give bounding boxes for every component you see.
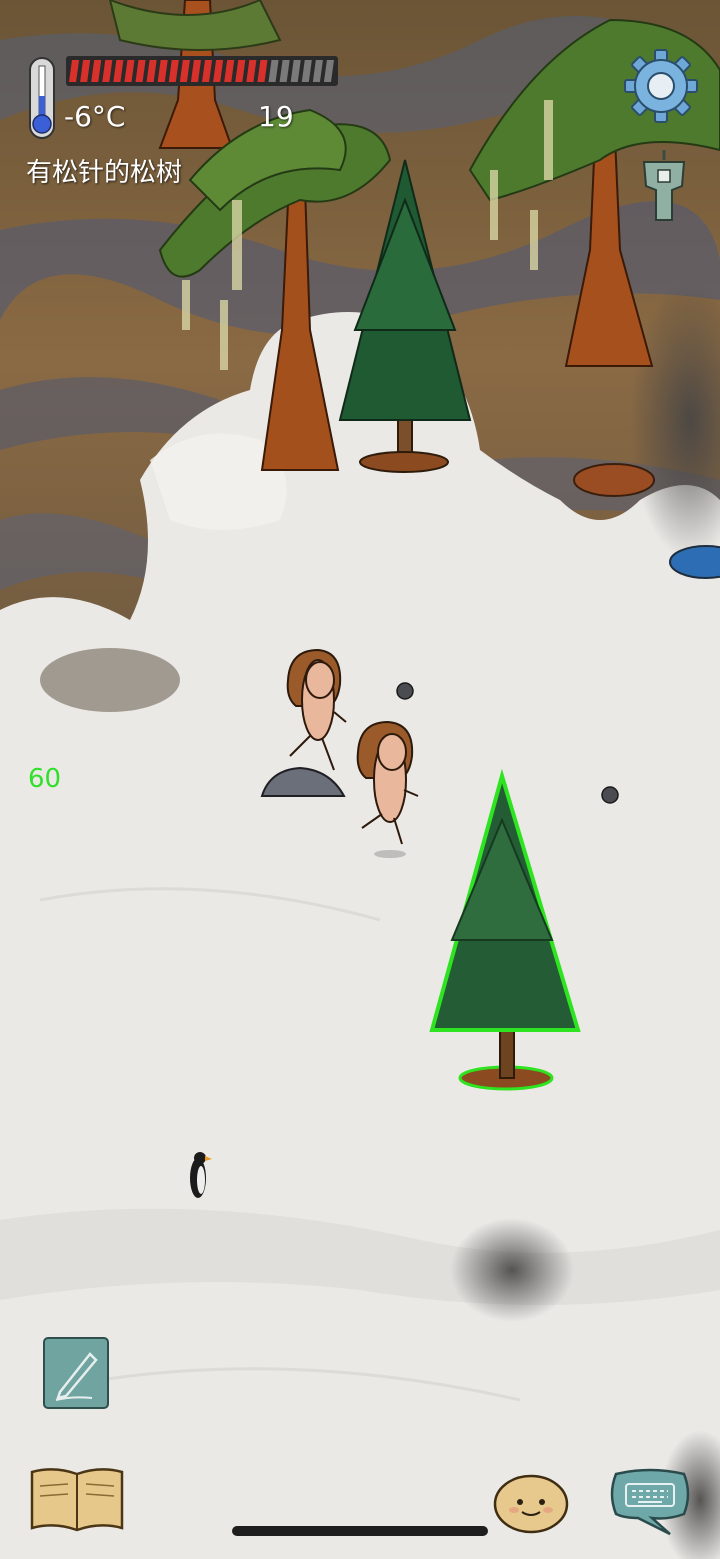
thermometer-icon	[29, 57, 55, 139]
resource-count: 19	[258, 100, 294, 133]
fps-counter: 60	[28, 764, 62, 794]
amulet-icon	[642, 150, 686, 221]
dark-fog	[450, 1218, 574, 1322]
book-icon	[30, 1468, 124, 1532]
hover-object-label: 有松针的松树	[26, 158, 183, 188]
round-stone[interactable]	[601, 786, 619, 804]
game-world[interactable]	[0, 0, 720, 1559]
chat-button[interactable]	[608, 1466, 692, 1536]
settings-button[interactable]	[622, 46, 700, 126]
emote-button[interactable]	[492, 1470, 570, 1534]
keyboard-icon	[610, 1468, 690, 1536]
pencil-icon	[43, 1337, 109, 1409]
edit-button[interactable]	[42, 1336, 110, 1410]
amulet-button[interactable]	[632, 150, 696, 226]
tech-tree-button[interactable]	[28, 1464, 126, 1534]
dirt-mound[interactable]	[573, 463, 655, 497]
gear-icon	[624, 49, 698, 123]
round-stone[interactable]	[396, 682, 414, 700]
temperature-readout: -6°C	[64, 100, 126, 133]
health-bar	[66, 56, 338, 86]
home-indicator[interactable]	[232, 1526, 488, 1536]
face-icon	[493, 1474, 569, 1534]
